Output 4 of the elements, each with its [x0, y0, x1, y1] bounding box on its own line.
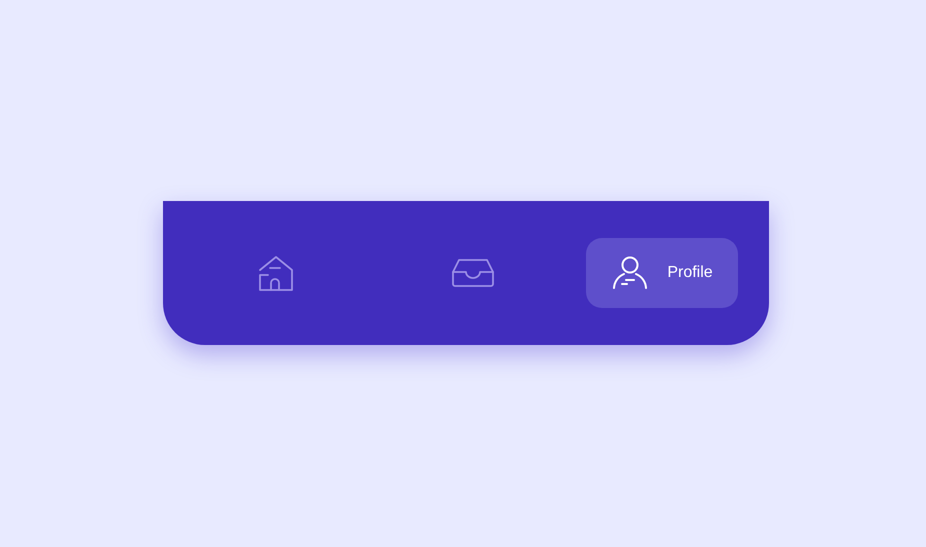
inbox-icon: [452, 259, 494, 287]
nav-tab[interactable]: Profile: [586, 238, 738, 308]
person-icon: [611, 256, 650, 290]
home-icon: [258, 254, 294, 292]
